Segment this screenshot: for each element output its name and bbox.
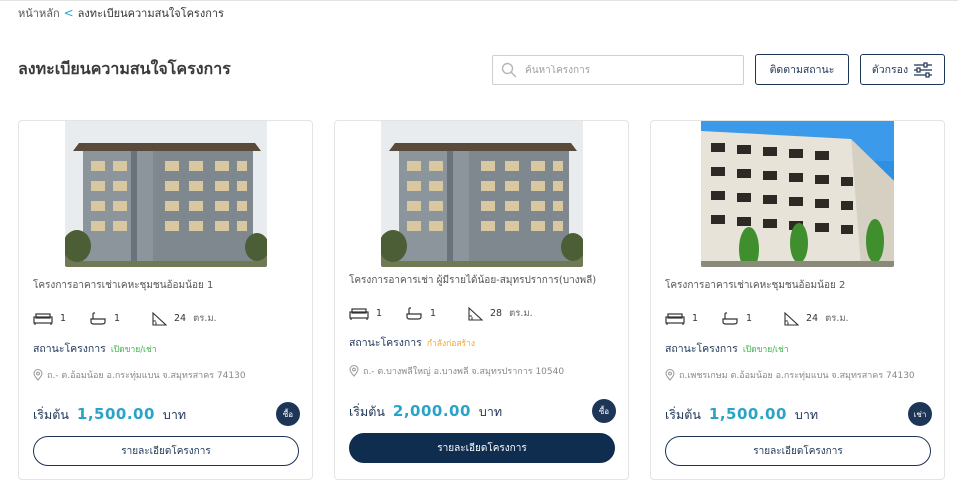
bed-icon — [665, 312, 685, 325]
breadcrumb: หน้าหลัก < ลงทะเบียนความสนใจโครงการ — [18, 4, 224, 22]
area-icon — [468, 306, 483, 321]
project-card[interactable]: โครงการอาคารเช่าเคหะชุมชนอ้อมน้อย 1 1 1 … — [18, 120, 313, 480]
project-name[interactable]: โครงการอาคารเช่าเคหะชุมชนอ้อมน้อย 2 — [665, 278, 935, 293]
address-text: ถ.- ต.บางพลีใหญ่ อ.บางพลี จ.สมุทรปราการ … — [363, 367, 565, 377]
filter-button[interactable]: ตัวกรอง — [860, 54, 945, 85]
area-spec: 28 ตร.ม. — [467, 306, 533, 321]
project-price: เริ่มต้น 2,000.00 บาท — [349, 402, 502, 422]
location-pin-icon — [665, 369, 675, 381]
status-label: สถานะโครงการ — [349, 337, 422, 349]
area-icon — [152, 311, 167, 326]
project-card[interactable]: โครงการอาคารเช่าเคหะชุมชนอ้อมน้อย 2 1 1 … — [650, 120, 945, 480]
area-icon — [784, 311, 799, 326]
bedroom-count: 1 — [692, 313, 699, 324]
area-unit: ตร.ม. — [193, 313, 217, 324]
project-status: สถานะโครงการ เปิดขาย/เช่า — [665, 340, 789, 357]
address-text: ถ.- ต.อ้อมน้อย อ.กระทุ่มแบน จ.สมุทรสาคร … — [47, 371, 246, 381]
project-status: สถานะโครงการ กำลังก่อสร้าง — [349, 334, 475, 351]
area-value: 28 — [490, 308, 503, 319]
project-price: เริ่มต้น 1,500.00 บาท — [665, 405, 818, 425]
project-detail-button[interactable]: รายละเอียดโครงการ — [349, 433, 615, 463]
bedroom-spec: 1 — [33, 312, 89, 326]
project-price: เริ่มต้น 1,500.00 บาท — [33, 405, 186, 425]
project-detail-button[interactable]: รายละเอียดโครงการ — [665, 436, 931, 466]
price-label: เริ่มต้น — [665, 407, 701, 422]
bed-icon — [349, 307, 369, 320]
type-badge: เช่า — [908, 402, 932, 426]
price-unit: บาท — [794, 407, 819, 422]
project-image[interactable] — [701, 121, 894, 267]
project-card[interactable]: โครงการอาคารเช่า ผู้มีรายได้น้อย-สมุทรปร… — [334, 120, 629, 480]
price-label: เริ่มต้น — [33, 407, 69, 422]
type-badge: ซื้อ — [592, 399, 616, 423]
project-address: ถ.เพชรเกษม ต.อ้อมน้อย อ.กระทุ่มแบน จ.สมุ… — [665, 368, 915, 382]
status-label: สถานะโครงการ — [665, 343, 738, 355]
area-spec: 24 ตร.ม. — [783, 311, 849, 326]
price-unit: บาท — [162, 407, 187, 422]
project-image[interactable] — [65, 121, 267, 267]
bedroom-spec: 1 — [349, 307, 405, 321]
price-amount: 2,000.00 — [392, 402, 471, 420]
project-address: ถ.- ต.อ้อมน้อย อ.กระทุ่มแบน จ.สมุทรสาคร … — [33, 368, 246, 382]
address-text: ถ.เพชรเกษม ต.อ้อมน้อย อ.กระทุ่มแบน จ.สมุ… — [679, 371, 915, 381]
bathroom-count: 1 — [114, 313, 121, 324]
project-specs: 1 1 24 ตร.ม. — [33, 311, 217, 326]
project-status: สถานะโครงการ เปิดขาย/เช่า — [33, 340, 157, 357]
bathroom-count: 1 — [430, 308, 437, 319]
area-value: 24 — [806, 313, 819, 324]
search-icon — [501, 62, 517, 78]
price-amount: 1,500.00 — [76, 405, 155, 423]
follow-status-button[interactable]: ติดตามสถานะ — [755, 54, 849, 85]
chevron-left-icon: < — [63, 6, 74, 20]
bathroom-spec: 1 — [721, 311, 783, 326]
top-divider — [0, 0, 958, 1]
breadcrumb-home-link[interactable]: หน้าหลัก — [18, 4, 60, 22]
bed-icon — [33, 312, 53, 325]
type-badge: ซื้อ — [276, 402, 300, 426]
price-unit: บาท — [478, 404, 503, 419]
bathtub-icon — [90, 311, 106, 325]
filter-button-label: ตัวกรอง — [871, 64, 909, 76]
project-address: ถ.- ต.บางพลีใหญ่ อ.บางพลี จ.สมุทรปราการ … — [349, 364, 564, 378]
bathroom-count: 1 — [746, 313, 753, 324]
status-label: สถานะโครงการ — [33, 343, 106, 355]
location-pin-icon — [349, 365, 359, 377]
bathtub-icon — [406, 306, 422, 320]
price-amount: 1,500.00 — [708, 405, 787, 423]
search-input[interactable] — [525, 64, 725, 76]
status-badge: เปิดขาย/เช่า — [742, 345, 789, 355]
bathroom-spec: 1 — [89, 311, 151, 326]
bedroom-spec: 1 — [665, 312, 721, 326]
area-spec: 24 ตร.ม. — [151, 311, 217, 326]
project-image[interactable] — [381, 121, 583, 267]
area-value: 24 — [174, 313, 187, 324]
project-detail-button[interactable]: รายละเอียดโครงการ — [33, 436, 299, 466]
location-pin-icon — [33, 369, 43, 381]
sliders-icon — [914, 61, 933, 78]
breadcrumb-current: ลงทะเบียนความสนใจโครงการ — [77, 7, 224, 20]
status-badge: เปิดขาย/เช่า — [110, 345, 157, 355]
bathtub-icon — [722, 311, 738, 325]
area-unit: ตร.ม. — [509, 308, 533, 319]
project-name[interactable]: โครงการอาคารเช่าเคหะชุมชนอ้อมน้อย 1 — [33, 278, 303, 293]
project-specs: 1 1 28 ตร.ม. — [349, 306, 533, 321]
price-label: เริ่มต้น — [349, 404, 385, 419]
project-specs: 1 1 24 ตร.ม. — [665, 311, 849, 326]
search-box[interactable] — [492, 55, 744, 85]
page-title: ลงทะเบียนความสนใจโครงการ — [18, 59, 231, 78]
bedroom-count: 1 — [376, 308, 383, 319]
bedroom-count: 1 — [60, 313, 67, 324]
bathroom-spec: 1 — [405, 306, 467, 321]
area-unit: ตร.ม. — [825, 313, 849, 324]
status-badge: กำลังก่อสร้าง — [426, 339, 476, 349]
project-name[interactable]: โครงการอาคารเช่า ผู้มีรายได้น้อย-สมุทรปร… — [349, 273, 619, 288]
